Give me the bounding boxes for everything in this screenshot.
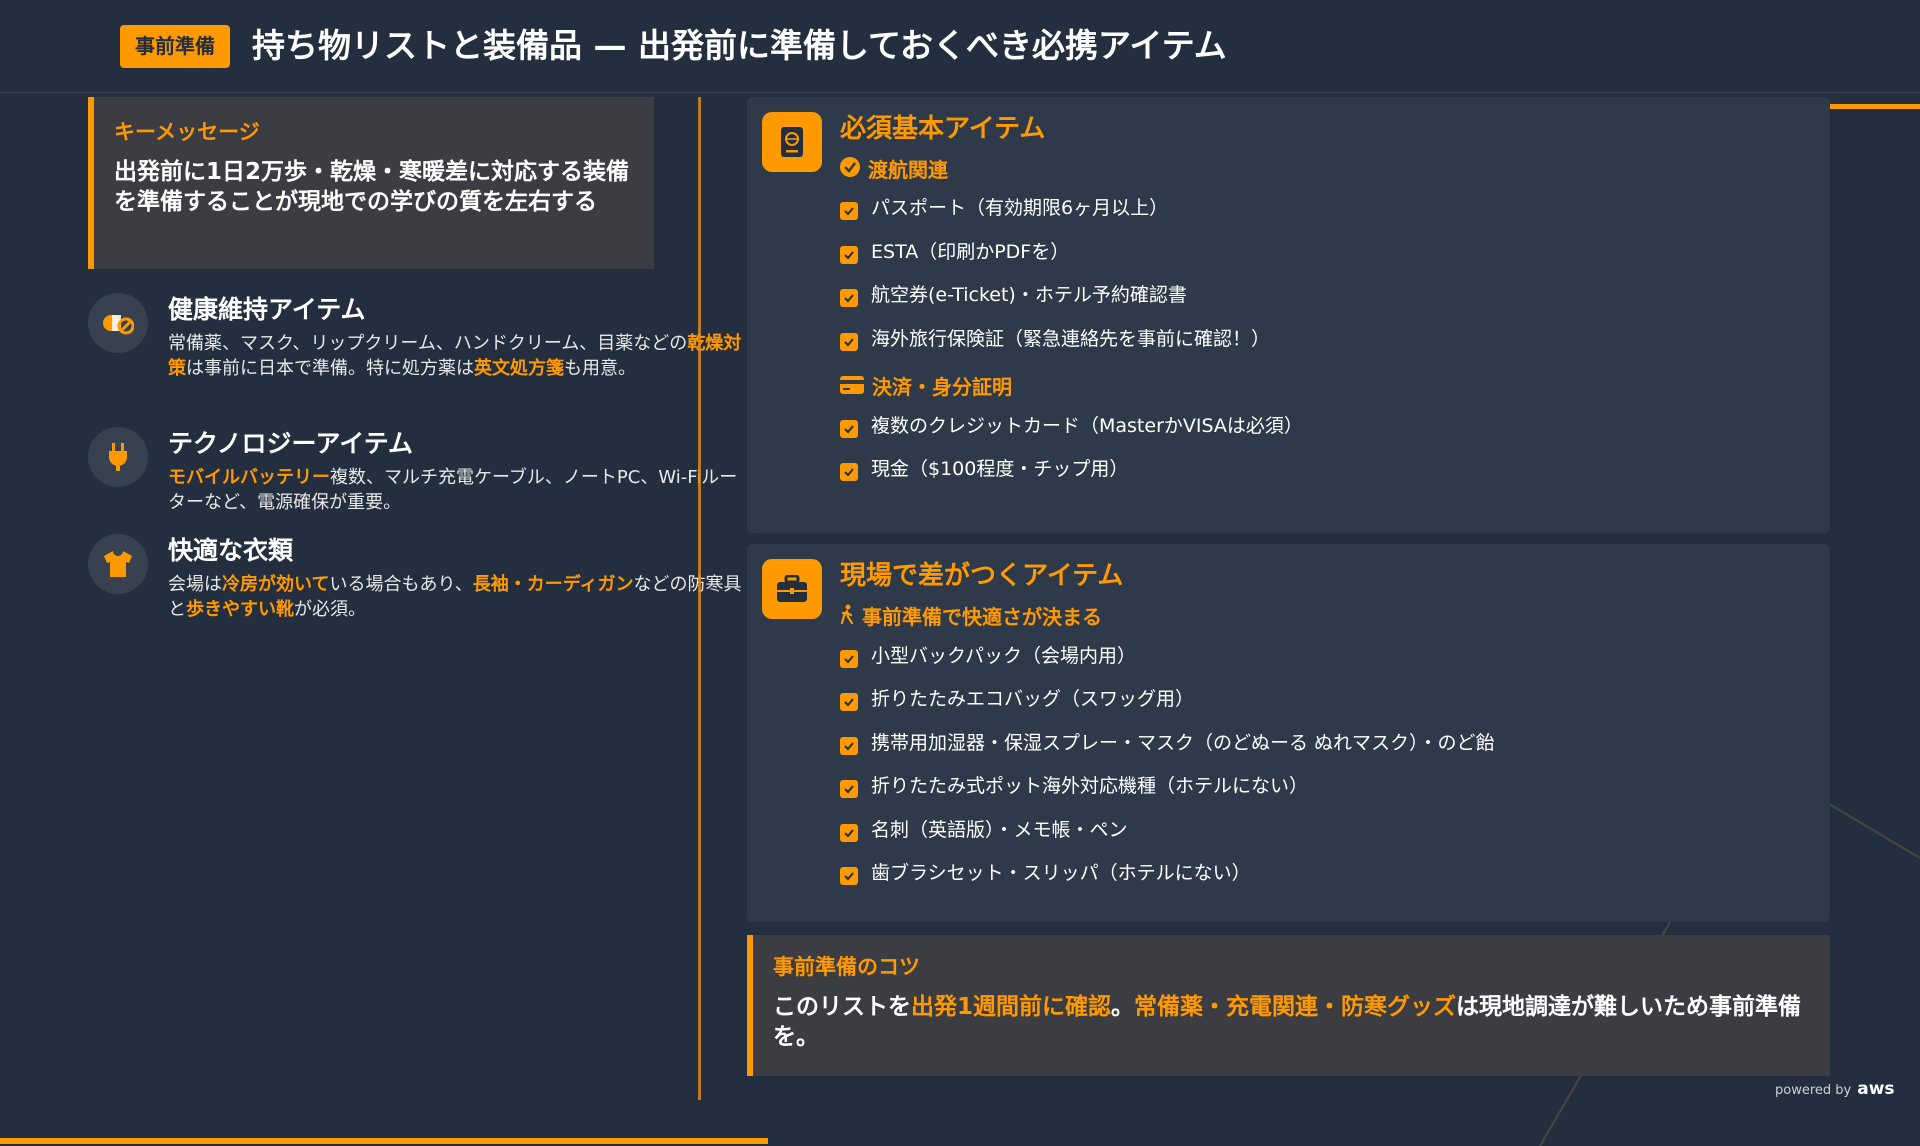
column-divider	[698, 97, 701, 1100]
tips-heading: 事前準備のコツ	[773, 955, 920, 979]
key-message-box: キーメッセージ 出発前に1日2万歩・乾燥・寒暖差に対応する装備を準備することが現…	[88, 97, 654, 269]
powered-by-text: powered by	[1775, 1083, 1852, 1098]
feature-title: 快適な衣類	[168, 536, 294, 565]
checkbox-icon	[840, 289, 858, 307]
checkbox-icon	[840, 650, 858, 668]
group-header: 決済・身分証明	[840, 373, 1012, 401]
essentials-card: 必須基本アイテム 渡航関連 パスポート（有効期限6ヶ月以上） ESTA（印刷かP…	[747, 97, 1830, 533]
checkbox-icon	[840, 780, 858, 798]
briefcase-icon	[762, 559, 822, 619]
feature-desc: 常備薬、マスク、リップクリーム、ハンドクリーム、目薬などの乾燥対策は事前に日本で…	[168, 333, 742, 379]
credit-card-icon	[840, 373, 864, 401]
pills-icon	[88, 293, 148, 353]
checkbox-icon	[840, 420, 858, 438]
checklist-item: 携帯用加湿器・保湿スプレー・マスク（のどぬーる ぬれマスク）・のど飴	[840, 729, 1495, 757]
walking-icon	[840, 603, 854, 631]
header-bar: 事前準備 持ち物リストと装備品 — 出発前に準備しておくべき必携アイテム	[0, 0, 1920, 93]
checklist-item: 折りたたみ式ポット海外対応機種（ホテルにない）	[840, 772, 1308, 800]
page-title: 持ち物リストと装備品 — 出発前に準備しておくべき必携アイテム	[252, 26, 1227, 65]
aws-logo: aws	[1857, 1079, 1895, 1099]
powered-by-logo: powered by aws	[1775, 1080, 1895, 1098]
key-message-text: 出発前に1日2万歩・乾燥・寒暖差に対応する装備を準備することが現地での学びの質を…	[114, 159, 630, 215]
feature-desc: モバイルバッテリー複数、マルチ充電ケーブル、ノートPC、Wi-Fiルーターなど、…	[168, 467, 738, 513]
passport-icon	[762, 112, 822, 172]
feature-desc: 会場は冷房が効いている場合もあり、長袖・カーディガンなどの防寒具と歩きやすい靴が…	[168, 574, 742, 620]
checkbox-icon	[840, 202, 858, 220]
feature-title: 健康維持アイテム	[168, 295, 366, 324]
checkbox-icon	[840, 824, 858, 842]
checklist-item: 複数のクレジットカード（MasterかVISAは必須）	[840, 412, 1303, 440]
checkbox-icon	[840, 333, 858, 351]
card-title: 必須基本アイテム	[840, 114, 1046, 144]
checklist-item: 航空券(e-Ticket)・ホテル予約確認書	[840, 281, 1187, 309]
checkbox-icon	[840, 246, 858, 264]
tips-text: このリストを出発1週間前に確認。常備薬・充電関連・防寒グッズは現地調達が難しいた…	[773, 994, 1802, 1050]
checklist-item: 歯ブラシセット・スリッパ（ホテルにない）	[840, 859, 1251, 887]
tips-box: 事前準備のコツ このリストを出発1週間前に確認。常備薬・充電関連・防寒グッズは現…	[747, 935, 1830, 1076]
section-badge: 事前準備	[120, 25, 230, 68]
checkbox-icon	[840, 693, 858, 711]
key-message-heading: キーメッセージ	[114, 120, 260, 144]
checkbox-icon	[840, 737, 858, 755]
checklist-item: 小型バックパック（会場内用）	[840, 642, 1136, 670]
group-header: 渡航関連	[840, 156, 948, 184]
checklist-item: ESTA（印刷かPDFを）	[840, 238, 1069, 266]
bottom-progress-bar	[0, 1138, 768, 1144]
group-header: 事前準備で快適さが決まる	[840, 603, 1102, 631]
check-circle-icon	[840, 156, 860, 184]
checklist-item: 現金（$100程度・チップ用）	[840, 455, 1128, 483]
checklist-item: 海外旅行保険証（緊急連絡先を事前に確認！）	[840, 325, 1270, 353]
tshirt-icon	[88, 534, 148, 594]
checklist-item: 折りたたみエコバッグ（スワッグ用）	[840, 685, 1194, 713]
plug-icon	[88, 427, 148, 487]
onsite-card: 現場で差がつくアイテム 事前準備で快適さが決まる 小型バックパック（会場内用） …	[747, 544, 1830, 922]
card-title: 現場で差がつくアイテム	[840, 561, 1124, 591]
checkbox-icon	[840, 463, 858, 481]
checklist-item: パスポート（有効期限6ヶ月以上）	[840, 194, 1168, 222]
feature-title: テクノロジーアイテム	[168, 429, 414, 458]
checklist-item: 名刺（英語版）・メモ帳・ペン	[840, 816, 1128, 844]
checkbox-icon	[840, 867, 858, 885]
